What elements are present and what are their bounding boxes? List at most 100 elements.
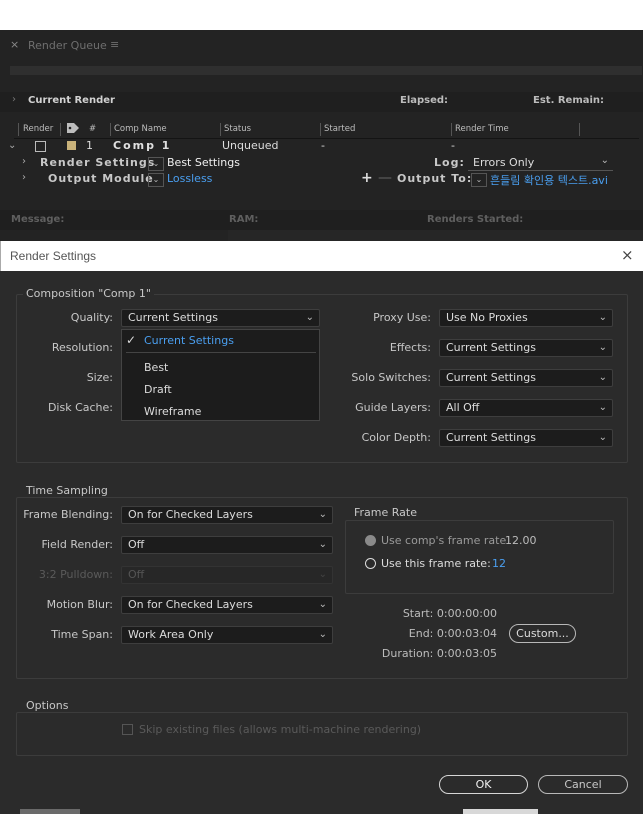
duration-time: Duration: 0:00:03:05 bbox=[381, 647, 497, 660]
column-started[interactable]: Started bbox=[324, 124, 355, 134]
item-number: 1 bbox=[86, 139, 93, 152]
chevron-down-icon: ⌄ bbox=[598, 342, 607, 353]
pulldown-label: 3:2 Pulldown: bbox=[38, 568, 113, 581]
guide-layers-select[interactable]: All Off ⌄ bbox=[439, 399, 613, 417]
chevron-down-icon[interactable]: ⌄ bbox=[8, 140, 16, 151]
time-span-select[interactable]: Work Area Only ⌄ bbox=[121, 626, 333, 644]
output-to-value[interactable]: 흔들림 확인용 텍스트.avi bbox=[490, 172, 608, 188]
ok-button[interactable]: OK bbox=[439, 775, 528, 794]
pulldown-value: Off bbox=[128, 568, 145, 581]
column-status[interactable]: Status bbox=[224, 124, 251, 134]
label-color-swatch[interactable] bbox=[67, 141, 76, 150]
chevron-down-icon: ⌄ bbox=[318, 599, 327, 610]
quality-value: Current Settings bbox=[128, 311, 218, 324]
quality-select[interactable]: Current Settings ⌄ bbox=[121, 309, 320, 327]
dialog-title-bar: Render Settings × bbox=[0, 241, 643, 271]
color-depth-label: Color Depth: bbox=[361, 431, 431, 444]
column-number[interactable]: # bbox=[89, 124, 96, 134]
custom-button[interactable]: Custom... bbox=[509, 624, 576, 643]
close-icon[interactable]: × bbox=[621, 246, 634, 264]
background-thumbnail-strip bbox=[463, 809, 538, 814]
chevron-down-icon: ⌄ bbox=[318, 569, 327, 580]
dialog-title: Render Settings bbox=[10, 249, 97, 263]
log-value: Errors Only bbox=[473, 156, 535, 169]
use-comp-rate-radio[interactable] bbox=[365, 535, 376, 546]
chevron-down-icon: ⌄ bbox=[305, 312, 314, 323]
frame-rate-group-label: Frame Rate bbox=[351, 506, 420, 519]
disk-cache-label: Disk Cache: bbox=[47, 401, 113, 414]
background-thumbnail-strip bbox=[20, 809, 80, 814]
menu-icon[interactable]: ≡ bbox=[110, 38, 119, 51]
frame-blending-value: On for Checked Layers bbox=[128, 508, 253, 521]
output-module-dropdown[interactable]: ⌄ bbox=[148, 173, 164, 187]
guide-layers-label: Guide Layers: bbox=[355, 401, 431, 414]
render-settings-dropdown[interactable]: ⌄ bbox=[148, 157, 164, 171]
comp-frame-rate-value: 12.00 bbox=[505, 534, 537, 547]
use-this-rate-radio[interactable] bbox=[365, 558, 376, 569]
queue-column-header: Render # Comp Name Status Started Render… bbox=[14, 122, 639, 139]
proxy-use-label: Proxy Use: bbox=[373, 311, 431, 324]
chevron-right-icon[interactable]: › bbox=[22, 156, 26, 167]
panel-title[interactable]: Render Queue bbox=[28, 39, 107, 52]
time-span-label: Time Span: bbox=[51, 628, 113, 641]
tag-icon[interactable] bbox=[66, 122, 80, 137]
log-dropdown[interactable]: Errors Only ⌄ bbox=[468, 155, 613, 171]
status-bar: Message: RAM: Renders Started: bbox=[0, 210, 643, 230]
render-checkbox[interactable] bbox=[35, 141, 46, 152]
motion-blur-label: Motion Blur: bbox=[46, 598, 113, 611]
renders-started-label: Renders Started: bbox=[427, 214, 524, 225]
field-render-value: Off bbox=[128, 538, 145, 551]
output-to-dropdown[interactable]: ⌄ bbox=[471, 173, 487, 187]
chevron-right-icon[interactable]: › bbox=[12, 94, 16, 105]
column-render[interactable]: Render bbox=[23, 124, 53, 134]
est-remain-label: Est. Remain: bbox=[533, 95, 605, 106]
ram-label: RAM: bbox=[229, 214, 259, 225]
quality-option-best[interactable]: Best bbox=[144, 361, 168, 374]
composition-group-label: Composition "Comp 1" bbox=[23, 287, 154, 300]
render-settings-label: Render Settings bbox=[40, 156, 156, 169]
cancel-button[interactable]: Cancel bbox=[538, 775, 628, 794]
chevron-down-icon: ⌄ bbox=[600, 155, 609, 166]
chevron-down-icon: ⌄ bbox=[318, 629, 327, 640]
solo-switches-label: Solo Switches: bbox=[351, 371, 431, 384]
frame-blending-select[interactable]: On for Checked Layers ⌄ bbox=[121, 506, 333, 524]
field-render-select[interactable]: Off ⌄ bbox=[121, 536, 333, 554]
proxy-use-select[interactable]: Use No Proxies ⌄ bbox=[439, 309, 613, 327]
render-settings-value[interactable]: Best Settings bbox=[167, 156, 240, 169]
item-started: - bbox=[321, 139, 325, 152]
checkmark-icon: ✓ bbox=[126, 333, 137, 347]
render-settings-dialog: Render Settings × Composition "Comp 1" Q… bbox=[0, 241, 643, 814]
log-label: Log: bbox=[434, 156, 465, 169]
solo-switches-select[interactable]: Current Settings ⌄ bbox=[439, 369, 613, 387]
current-render-label: Current Render bbox=[28, 95, 115, 106]
queue-item-row[interactable]: ⌄ 1 Comp 1 Unqueued - - bbox=[0, 139, 643, 154]
proxy-use-value: Use No Proxies bbox=[446, 311, 528, 324]
effects-select[interactable]: Current Settings ⌄ bbox=[439, 339, 613, 357]
quality-option-current-settings[interactable]: Current Settings bbox=[144, 334, 234, 347]
remove-output-module-button[interactable]: — bbox=[378, 170, 392, 186]
use-this-rate-label: Use this frame rate: bbox=[381, 557, 491, 570]
effects-value: Current Settings bbox=[446, 341, 536, 354]
add-output-module-button[interactable]: + bbox=[361, 170, 373, 186]
elapsed-label: Elapsed: bbox=[400, 95, 449, 106]
color-depth-select[interactable]: Current Settings ⌄ bbox=[439, 429, 613, 447]
menu-divider bbox=[126, 352, 316, 353]
close-icon[interactable]: × bbox=[10, 38, 19, 51]
render-queue-tab-bar: × Render Queue ≡ bbox=[0, 30, 643, 60]
field-render-label: Field Render: bbox=[41, 538, 113, 551]
end-time: End: 0:00:03:04 bbox=[408, 627, 497, 640]
column-render-time[interactable]: Render Time bbox=[455, 124, 509, 134]
motion-blur-select[interactable]: On for Checked Layers ⌄ bbox=[121, 596, 333, 614]
start-time: Start: 0:00:00:00 bbox=[402, 607, 497, 620]
skip-existing-label: Skip existing files (allows multi-machin… bbox=[139, 723, 422, 736]
chevron-down-icon: ⌄ bbox=[598, 402, 607, 413]
chevron-right-icon[interactable]: › bbox=[22, 172, 26, 183]
output-module-value[interactable]: Lossless bbox=[167, 172, 212, 185]
quality-option-wireframe[interactable]: Wireframe bbox=[144, 405, 201, 418]
item-render-time: - bbox=[451, 139, 455, 152]
column-comp-name[interactable]: Comp Name bbox=[114, 124, 167, 134]
effects-label: Effects: bbox=[389, 341, 431, 354]
quality-option-draft[interactable]: Draft bbox=[144, 383, 172, 396]
frame-rate-input[interactable]: 12 bbox=[492, 557, 506, 570]
current-render-row: › Current Render Elapsed: Est. Remain: bbox=[0, 92, 643, 112]
